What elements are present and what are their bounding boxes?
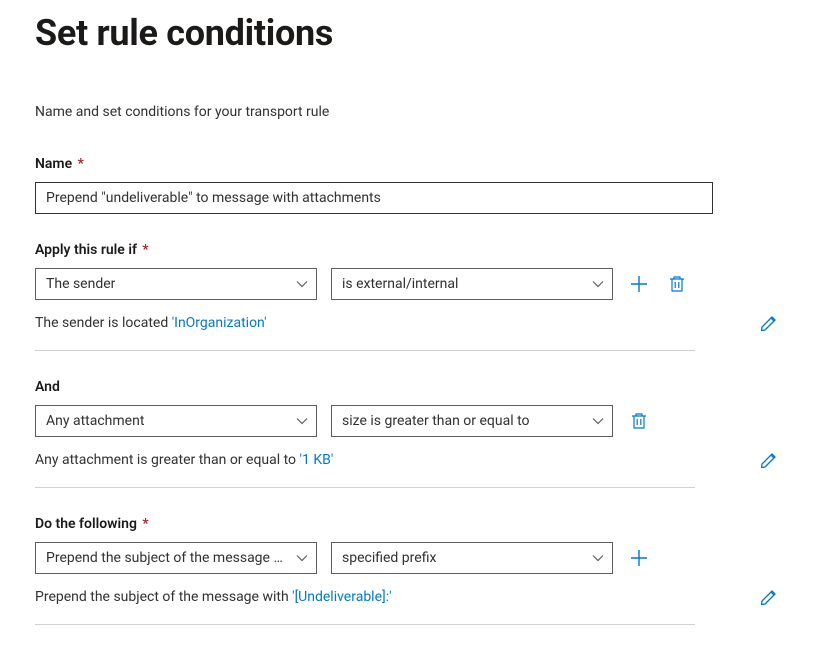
apply-if-condition-value: The sender [46, 276, 115, 292]
and-value-select[interactable]: size is greater than or equal to [331, 405, 613, 437]
and-condition-value: Any attachment [46, 413, 144, 429]
section-divider [35, 624, 695, 625]
action-value-text: specified prefix [342, 550, 436, 566]
chevron-down-icon [592, 278, 604, 290]
page-title: Set rule conditions [35, 12, 778, 54]
chevron-down-icon [296, 278, 308, 290]
add-condition-button[interactable] [627, 272, 651, 296]
action-summary: Prepend the subject of the message with … [35, 589, 392, 605]
apply-if-summary: The sender is located 'InOrganization' [35, 315, 267, 331]
name-input[interactable] [35, 182, 713, 214]
section-divider [35, 487, 695, 488]
delete-condition-button[interactable] [665, 272, 689, 296]
apply-if-value-select[interactable]: is external/internal [331, 268, 613, 300]
section-divider [35, 350, 695, 351]
add-action-button[interactable] [627, 546, 651, 570]
chevron-down-icon [592, 552, 604, 564]
apply-if-label: Apply this rule if * [35, 242, 778, 258]
chevron-down-icon [296, 552, 308, 564]
and-value-text: size is greater than or equal to [342, 413, 530, 429]
intro-text: Name and set conditions for your transpo… [35, 104, 778, 120]
action-value-select[interactable]: specified prefix [331, 542, 613, 574]
edit-and-condition-button[interactable] [760, 451, 778, 469]
action-value: Prepend the subject of the message w… [46, 550, 286, 566]
name-label: Name * [35, 156, 778, 172]
action-select[interactable]: Prepend the subject of the message w… [35, 542, 317, 574]
apply-if-value-text: is external/internal [342, 276, 458, 292]
do-following-label: Do the following * [35, 516, 778, 532]
chevron-down-icon [296, 415, 308, 427]
and-label: And [35, 379, 778, 395]
edit-action-button[interactable] [760, 588, 778, 606]
edit-condition-button[interactable] [760, 314, 778, 332]
chevron-down-icon [592, 415, 604, 427]
and-condition-select[interactable]: Any attachment [35, 405, 317, 437]
delete-and-condition-button[interactable] [627, 409, 651, 433]
and-summary: Any attachment is greater than or equal … [35, 452, 333, 468]
apply-if-condition-select[interactable]: The sender [35, 268, 317, 300]
